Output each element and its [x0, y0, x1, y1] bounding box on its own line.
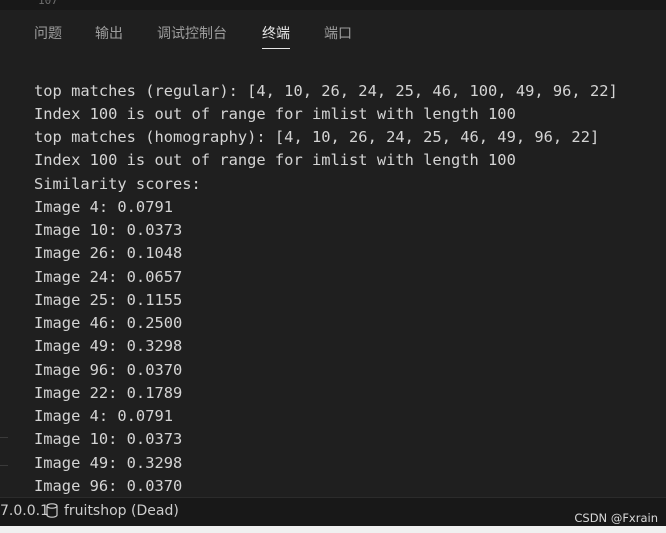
tab-output-label: 输出: [95, 26, 123, 42]
tab-output[interactable]: 输出: [95, 25, 123, 43]
terminal-line: Image 26: 0.1048: [34, 244, 183, 262]
terminal-line: Image 22: 0.1789: [34, 384, 183, 402]
tab-ports-label: 端口: [324, 26, 352, 42]
terminal-line: Image 24: 0.0657: [34, 268, 183, 286]
terminal-line: Image 46: 0.2500: [34, 314, 183, 332]
terminal-line: top matches (homography): [4, 10, 26, 24…: [34, 128, 600, 146]
terminal-line: Image 96: 0.0370: [34, 361, 183, 379]
database-icon: [46, 503, 58, 522]
tab-terminal[interactable]: 终端: [262, 25, 290, 49]
status-bar: 7.0.0.1 fruitshop (Dead) CSDN @Fxrain: [0, 497, 666, 526]
terminal-line: top matches (regular): [4, 10, 26, 24, 2…: [34, 82, 618, 100]
watermark: CSDN @Fxrain: [574, 511, 658, 525]
tab-terminal-label: 终端: [262, 26, 290, 42]
cut-off-line-number: 107: [38, 0, 58, 7]
terminal-line: Index 100 is out of range for imlist wit…: [34, 105, 516, 123]
status-db-label: fruitshop (Dead): [64, 503, 179, 519]
tab-problems[interactable]: 问题: [34, 25, 62, 43]
terminal-line: Image 25: 0.1155: [34, 291, 183, 309]
tab-debug-console[interactable]: 调试控制台: [157, 25, 227, 43]
terminal-line: Similarity scores:: [34, 175, 201, 193]
active-tab-indicator: [262, 48, 290, 49]
tab-ports[interactable]: 端口: [324, 25, 352, 43]
terminal-line: Image 10: 0.0373: [34, 221, 183, 239]
terminal-output[interactable]: top matches (regular): [4, 10, 26, 24, 2…: [0, 50, 666, 497]
terminal-line: Image 96: 0.0370: [34, 477, 183, 495]
window-bottom-edge: [0, 526, 666, 533]
terminal-line: Image 49: 0.3298: [34, 454, 183, 472]
status-host[interactable]: 7.0.0.1: [0, 503, 49, 519]
terminal-line: Image 4: 0.0791: [34, 407, 173, 425]
terminal-line: Image 49: 0.3298: [34, 337, 183, 355]
terminal-line: Index 100 is out of range for imlist wit…: [34, 151, 516, 169]
panel-tab-bar: 问题 输出 调试控制台 终端 端口: [0, 10, 666, 50]
status-db-connection[interactable]: fruitshop (Dead): [46, 503, 179, 522]
gutter-separator: [0, 465, 8, 466]
gutter-separator: [0, 437, 8, 438]
tab-problems-label: 问题: [34, 26, 62, 42]
terminal-line: Image 4: 0.0791: [34, 198, 173, 216]
tab-debug-console-label: 调试控制台: [157, 26, 227, 42]
terminal-line: Image 10: 0.0373: [34, 430, 183, 448]
